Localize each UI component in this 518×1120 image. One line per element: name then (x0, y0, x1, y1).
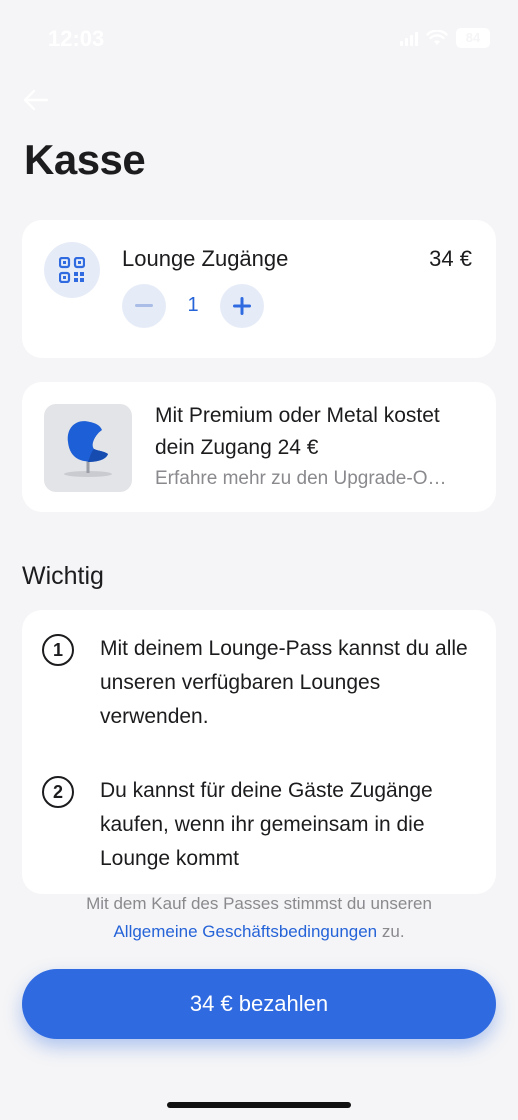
home-indicator (167, 1102, 351, 1108)
minus-icon (135, 304, 153, 307)
pay-button[interactable]: 34 € bezahlen (22, 969, 496, 1039)
lounge-card: Lounge Zugänge 34 € 1 (22, 220, 496, 358)
quantity-value: 1 (187, 294, 199, 316)
number-badge: 1 (42, 634, 74, 666)
terms-notice: Mit dem Kauf des Passes stimmst du unser… (0, 890, 518, 946)
info-text: Mit deinem Lounge-Pass kannst du alle un… (100, 637, 468, 728)
terms-link[interactable]: Allgemeine Geschäftsbedingungen (113, 922, 377, 941)
decrease-quantity-button[interactable] (122, 284, 166, 328)
page-title: Kasse (24, 136, 146, 183)
status-bar: 12:03 84 (0, 0, 518, 80)
wifi-icon (426, 30, 448, 46)
terms-suffix: zu. (377, 922, 405, 941)
lounge-title: Lounge Zugänge (122, 246, 289, 271)
increase-quantity-button[interactable] (220, 284, 264, 328)
premium-upgrade-link[interactable]: Erfahre mehr zu den Upgrade-O… (155, 468, 475, 490)
info-text: Du kannst für deine Gäste Zugänge kaufen… (100, 779, 433, 870)
chair-image (44, 404, 132, 492)
back-button[interactable] (20, 84, 52, 116)
important-section-title: Wichtig (22, 562, 104, 590)
status-time: 12:03 (48, 26, 105, 51)
status-icons: 84 (400, 28, 490, 48)
premium-upgrade-card[interactable]: Mit Premium oder Metal kostet dein Zugan… (22, 382, 496, 512)
plus-icon (233, 297, 251, 315)
number-badge: 2 (42, 776, 74, 808)
back-arrow-icon (23, 89, 49, 111)
battery-indicator: 84 (456, 28, 490, 48)
qr-code-icon (59, 257, 85, 283)
qr-code-badge (44, 242, 100, 298)
terms-line: Allgemeine Geschäftsbedingungen zu. (0, 918, 518, 946)
signal-icon (400, 30, 418, 46)
lounge-price: 34 € (429, 246, 472, 271)
terms-prefix: Mit dem Kauf des Passes stimmst du unser… (86, 894, 432, 913)
important-info-card: 1 Mit deinem Lounge-Pass kannst du alle … (22, 610, 496, 894)
premium-title: Mit Premium oder Metal kostet dein Zugan… (155, 404, 440, 459)
